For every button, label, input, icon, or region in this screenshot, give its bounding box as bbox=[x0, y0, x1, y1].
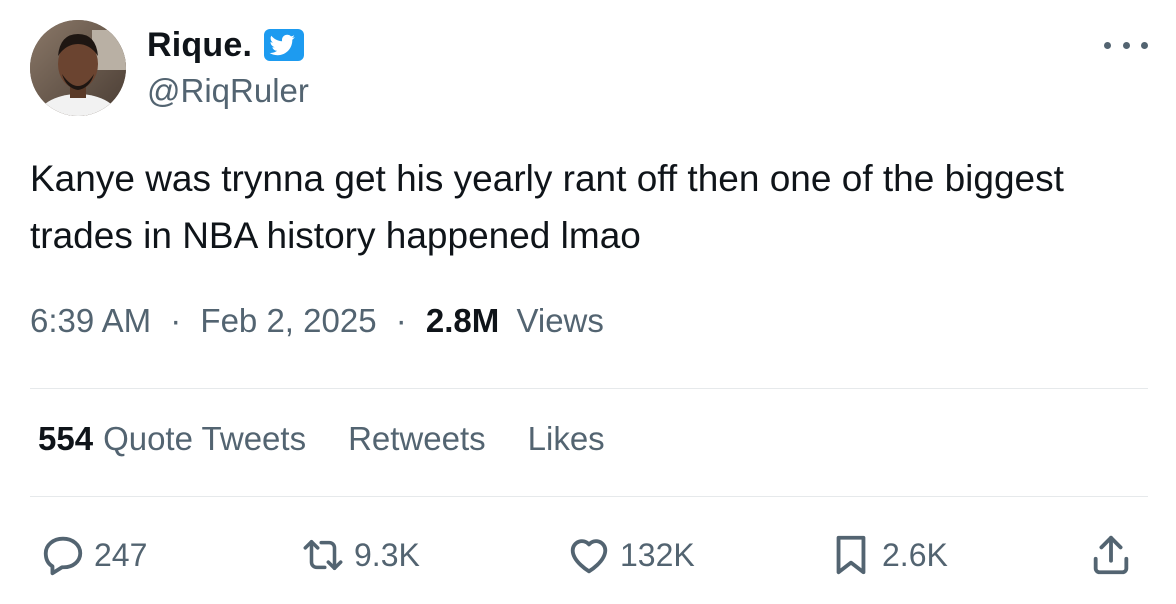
meta-separator: · bbox=[395, 302, 407, 339]
more-dot bbox=[1104, 41, 1111, 49]
bookmark-count: 2.6K bbox=[882, 536, 948, 573]
avatar[interactable] bbox=[30, 20, 126, 116]
retweet-count: 9.3K bbox=[354, 536, 420, 573]
meta-separator: · bbox=[170, 302, 182, 339]
tweet-time[interactable]: 6:39 AM bbox=[30, 302, 151, 339]
author-name-row: Rique. bbox=[147, 22, 306, 68]
like-icon bbox=[566, 532, 612, 578]
like-count: 132K bbox=[620, 536, 695, 573]
views-count: 2.8M bbox=[425, 302, 500, 339]
divider bbox=[30, 388, 1148, 389]
share-button[interactable] bbox=[1088, 530, 1134, 580]
views-label: Views bbox=[516, 302, 604, 339]
retweet-icon bbox=[300, 532, 346, 578]
retweet-button[interactable]: 9.3K bbox=[300, 530, 420, 580]
more-icon[interactable] bbox=[1104, 30, 1148, 60]
reply-count: 247 bbox=[94, 536, 148, 573]
tweet-meta: 6:39 AM · Feb 2, 2025 · 2.8M Views bbox=[30, 302, 604, 340]
author-handle[interactable]: @RiqRuler bbox=[147, 72, 309, 110]
retweets-stat[interactable]: Retweets bbox=[348, 420, 486, 458]
like-button[interactable]: 132K bbox=[566, 530, 695, 580]
more-dot bbox=[1122, 41, 1130, 49]
tweet: Rique. @RiqRuler Kanye was trynna get hi… bbox=[0, 0, 1176, 604]
quote-tweets-label: Quote Tweets bbox=[103, 420, 307, 457]
share-icon bbox=[1088, 532, 1134, 578]
tweet-date[interactable]: Feb 2, 2025 bbox=[200, 302, 376, 339]
tweet-text: Kanye was trynna get his yearly rant off… bbox=[30, 158, 1064, 256]
display-name[interactable]: Rique. bbox=[147, 26, 252, 65]
quote-tweets-stat[interactable]: 554 Quote Tweets bbox=[38, 420, 306, 458]
stats-row: 554 Quote Tweets Retweets Likes bbox=[38, 420, 647, 458]
verified-badge-icon bbox=[262, 27, 306, 63]
divider bbox=[30, 496, 1148, 497]
reply-icon bbox=[40, 532, 86, 578]
likes-stat[interactable]: Likes bbox=[528, 420, 605, 458]
reply-button[interactable]: 247 bbox=[40, 530, 147, 580]
retweets-label: Retweets bbox=[348, 420, 486, 457]
bookmark-icon bbox=[828, 532, 874, 578]
likes-label: Likes bbox=[527, 420, 605, 457]
more-dot bbox=[1141, 41, 1148, 49]
quote-tweets-count: 554 bbox=[38, 420, 94, 457]
bookmark-button[interactable]: 2.6K bbox=[828, 530, 948, 580]
